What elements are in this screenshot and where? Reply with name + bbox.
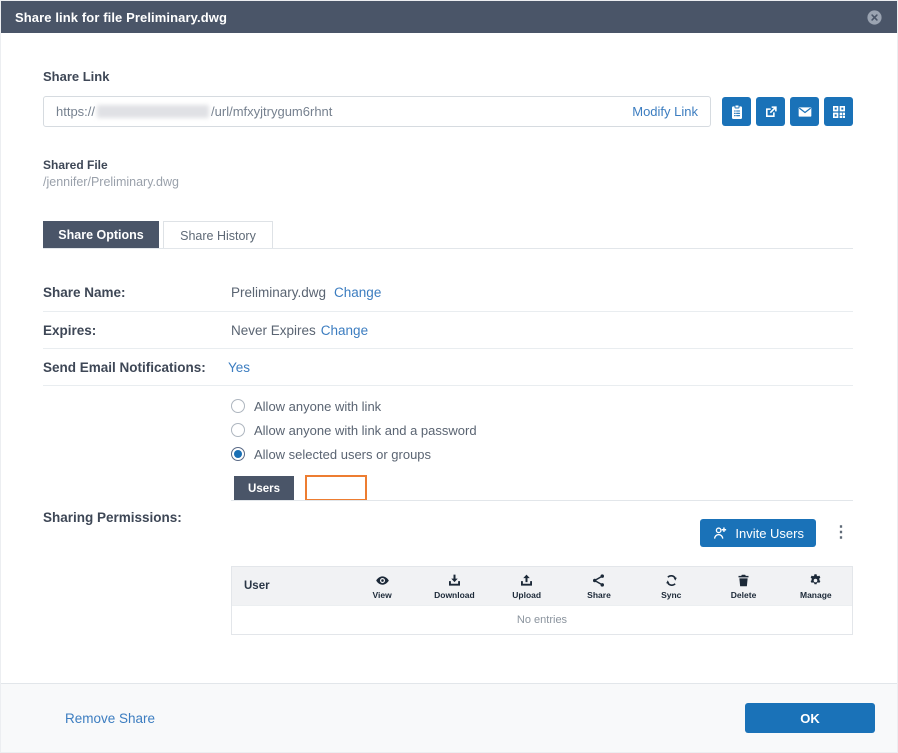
radio-label: Allow anyone with link and a password [254, 422, 477, 438]
column-label: Sync [661, 589, 682, 600]
dialog-footer: Remove Share OK [1, 683, 897, 752]
radio-label: Allow anyone with link [254, 398, 382, 414]
share-icon [591, 573, 606, 588]
column-delete: Delete [707, 567, 779, 605]
share-name-label: Share Name: [43, 284, 126, 300]
user-group-tabs: Users [234, 475, 367, 501]
kebab-vertical-icon: ⋮ [833, 524, 849, 541]
email-notifications-value[interactable]: Yes [228, 360, 250, 375]
remove-share-link[interactable]: Remove Share [65, 711, 155, 726]
envelope-icon [797, 104, 813, 120]
permissions-table: User View Download Upload Share Sync Del… [231, 566, 853, 635]
expires-label: Expires: [43, 322, 97, 338]
user-plus-icon [712, 525, 728, 541]
share-url-suffix: /url/mfxyjtrygum6rhnt [211, 104, 333, 119]
column-label: Upload [512, 589, 542, 600]
share-name-value: Preliminary.dwg [231, 284, 327, 300]
share-url-text: https:// /url/mfxyjtrygum6rhnt [56, 104, 332, 119]
expires-value: Never Expires [231, 322, 316, 338]
share-link-input[interactable]: https:// /url/mfxyjtrygum6rhnt Modify Li… [43, 96, 711, 127]
share-link-dialog: Share link for file Preliminary.dwg Shar… [0, 0, 898, 753]
sync-icon [664, 573, 679, 588]
tab-users[interactable]: Users [234, 476, 294, 501]
radio-anyone-with-link[interactable]: Allow anyone with link [231, 394, 477, 418]
column-label: Delete [730, 589, 757, 600]
main-tabs: Share Options Share History [43, 221, 273, 249]
dialog-title: Share link for file Preliminary.dwg [15, 9, 228, 25]
tab-share-history[interactable]: Share History [163, 221, 273, 249]
column-upload: Upload [491, 567, 563, 605]
invite-users-button[interactable]: Invite Users [700, 519, 816, 547]
radio-anyone-with-link-password[interactable]: Allow anyone with link and a password [231, 418, 477, 442]
no-entries-row: No entries [232, 605, 852, 634]
link-action-buttons [722, 97, 853, 126]
share-name-change-link[interactable]: Change [334, 285, 381, 300]
expires-row: Expires: Never Expires Change [43, 312, 853, 349]
email-notifications-row: Send Email Notifications: Yes [43, 349, 853, 386]
shared-file-label: Shared File [43, 158, 108, 172]
share-link-label: Share Link [43, 69, 110, 84]
radio-icon [231, 423, 245, 437]
invite-row: Invite Users ⋮ [231, 519, 853, 547]
dialog-header: Share link for file Preliminary.dwg [1, 1, 897, 33]
column-user: User [244, 580, 270, 592]
permissions-table-header: User View Download Upload Share Sync Del… [232, 567, 852, 605]
clipboard-icon [729, 104, 745, 120]
trash-icon [736, 573, 751, 588]
qr-code-icon [831, 104, 847, 120]
column-label: Share [587, 589, 611, 600]
ok-button[interactable]: OK [745, 703, 875, 733]
column-label: Manage [800, 589, 832, 600]
close-button[interactable] [865, 8, 883, 26]
column-share: Share [563, 567, 635, 605]
radio-selected-icon [231, 447, 245, 461]
share-url-prefix: https:// [56, 104, 96, 119]
sharing-permissions-label: Sharing Permissions: [43, 510, 182, 525]
column-label: Download [434, 589, 475, 600]
more-options-button[interactable]: ⋮ [829, 523, 853, 543]
share-name-row: Share Name: Preliminary.dwg Change [43, 249, 853, 312]
open-link-button[interactable] [756, 97, 785, 126]
radio-selected-users-groups[interactable]: Allow selected users or groups [231, 442, 477, 466]
access-options: Allow anyone with link Allow anyone with… [231, 394, 477, 466]
tab-share-options[interactable]: Share Options [43, 221, 159, 249]
selector-tabs-divider [231, 500, 853, 501]
share-details: Share Name: Preliminary.dwg Change Expir… [43, 249, 853, 386]
column-view: View [346, 567, 418, 605]
email-link-button[interactable] [790, 97, 819, 126]
column-sync: Sync [635, 567, 707, 605]
email-notifications-label: Send Email Notifications: [43, 359, 206, 375]
external-link-icon [763, 104, 779, 120]
radio-icon [231, 399, 245, 413]
qr-code-button[interactable] [824, 97, 853, 126]
upload-icon [519, 573, 534, 588]
download-icon [447, 573, 462, 588]
expires-change-link[interactable]: Change [321, 323, 368, 338]
redacted-domain [97, 105, 210, 118]
highlighted-empty-tab[interactable] [305, 475, 367, 501]
invite-users-label: Invite Users [735, 525, 804, 541]
column-download: Download [418, 567, 490, 605]
column-label: View [372, 589, 392, 600]
modify-link[interactable]: Modify Link [632, 104, 698, 119]
radio-label: Allow selected users or groups [254, 446, 432, 462]
gear-icon [808, 573, 823, 588]
circle-x-icon [866, 9, 883, 26]
copy-link-button[interactable] [722, 97, 751, 126]
column-manage: Manage [780, 567, 852, 605]
eye-icon [375, 573, 390, 588]
shared-file-path: /jennifer/Preliminary.dwg [43, 175, 179, 189]
